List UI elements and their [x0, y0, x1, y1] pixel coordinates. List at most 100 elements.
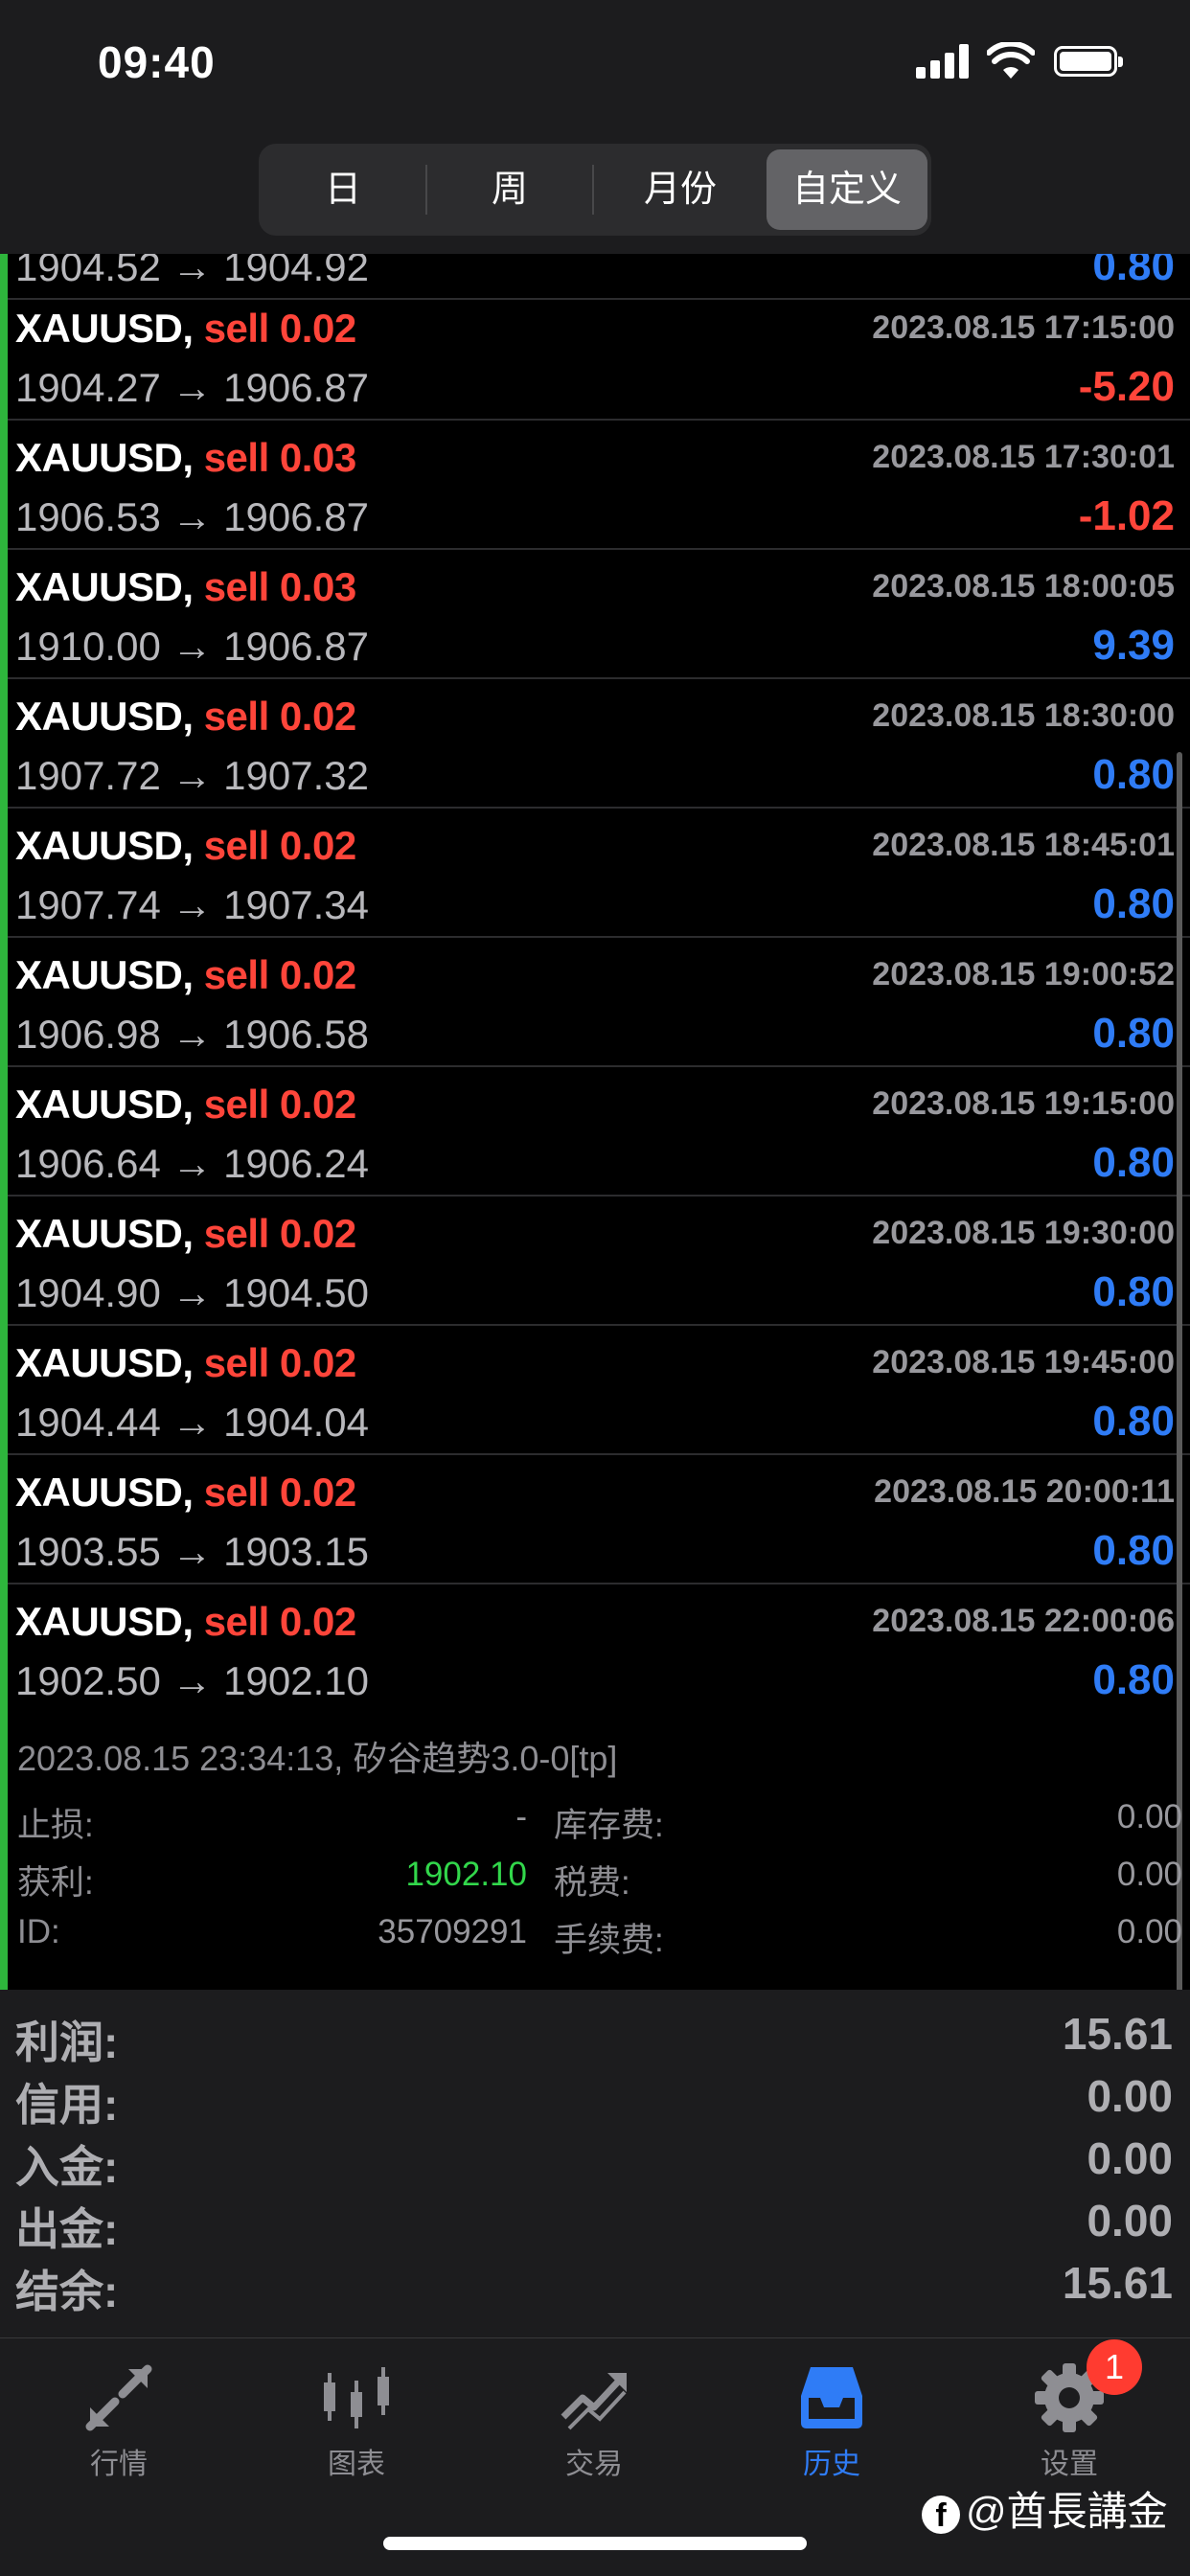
summary-balance: 结余: 15.61: [0, 2251, 1190, 2316]
trade-symbol: XAUUSD,: [15, 564, 194, 609]
tax-label: 税费:: [554, 1864, 630, 1902]
tab-label: 交易: [565, 2449, 623, 2480]
summary-label: 结余:: [15, 2267, 119, 2316]
trade-direction: sell 0.03: [203, 564, 356, 609]
trade-time: 2023.08.15 19:15:00: [872, 1085, 1175, 1122]
summary-value: 0.00: [1087, 2133, 1173, 2183]
tab-label: 行情: [90, 2449, 148, 2480]
trade-prices: 1907.72 → 1907.32: [15, 753, 369, 798]
summary-credit: 信用: 0.00: [0, 2064, 1190, 2130]
tab-quotes[interactable]: 行情: [23, 2348, 215, 2480]
trade-prices: 1906.53 → 1906.87: [15, 494, 369, 539]
summary-label: 信用:: [15, 2080, 119, 2130]
table-row[interactable]: XAUUSD, sell 0.02 2023.08.15 18:30:00 19…: [8, 680, 1190, 809]
trade-direction: sell 0.02: [203, 1599, 356, 1644]
summary-value: 0.00: [1087, 2196, 1173, 2245]
trade-profit: 9.39: [1092, 622, 1175, 669]
trade-prices: 1906.64 → 1906.24: [15, 1141, 369, 1186]
history-icon: [801, 2367, 862, 2428]
trade-direction: sell 0.02: [203, 1470, 356, 1515]
tab-label: 历史: [803, 2449, 860, 2480]
table-row[interactable]: XAUUSD, sell 0.02 2023.08.15 22:00:06 19…: [8, 1585, 1190, 1714]
trade-direction: sell 0.02: [203, 1082, 356, 1127]
tab-week[interactable]: 周: [429, 149, 590, 230]
trade-profit: 0.80: [1092, 1398, 1175, 1445]
trade-direction: sell 0.02: [203, 1211, 356, 1256]
trade-direction: sell 0.02: [203, 823, 356, 868]
period-segmented-control: 日 周 月份 自定义: [259, 144, 931, 236]
trade-prices: 1907.74 → 1907.34: [15, 882, 369, 927]
stop-loss-value: -: [515, 1798, 527, 1835]
table-row[interactable]: XAUUSD, sell 0.02 2023.08.15 17:15:00 19…: [8, 292, 1190, 421]
table-row[interactable]: XAUUSD, sell 0.03 2023.08.15 17:30:01 19…: [8, 422, 1190, 550]
swap-value: 0.00: [1116, 1798, 1182, 1835]
trade-profit: 0.80: [1092, 254, 1175, 289]
trade-profit: 0.80: [1092, 751, 1175, 798]
swap-label: 库存费:: [554, 1807, 664, 1844]
take-profit-label: 获利:: [17, 1864, 94, 1902]
trade-prices: 1910.00 → 1906.87: [15, 624, 369, 669]
trade-symbol: XAUUSD,: [15, 1599, 194, 1644]
trade-profit: 0.80: [1092, 880, 1175, 927]
tab-label: 图表: [328, 2449, 385, 2480]
trade-time: 2023.08.15 17:15:00: [872, 309, 1175, 346]
commission-label: 手续费:: [554, 1922, 664, 1959]
trade-symbol: XAUUSD,: [15, 952, 194, 997]
tab-label: 设置: [1041, 2449, 1098, 2480]
tab-month[interactable]: 月份: [600, 149, 761, 230]
trade-symbol: XAUUSD,: [15, 823, 194, 868]
trade-profit: 0.80: [1092, 1268, 1175, 1315]
trade-direction: sell 0.02: [203, 952, 356, 997]
trade-time: 2023.08.15 19:45:00: [872, 1344, 1175, 1380]
table-row[interactable]: XAUUSD, sell 0.02 2023.08.15 20:00:11 19…: [8, 1456, 1190, 1584]
trade-symbol: XAUUSD,: [15, 1340, 194, 1385]
chart-icon: [324, 2367, 389, 2428]
status-time: 09:40: [98, 37, 216, 87]
table-row[interactable]: XAUUSD, sell 0.02 2023.08.15 19:30:00 19…: [8, 1197, 1190, 1326]
trade-time: 2023.08.15 22:00:06: [872, 1603, 1175, 1639]
stop-loss-label: 止损:: [17, 1807, 94, 1844]
summary-label: 入金:: [15, 2142, 119, 2192]
trade-prices: 1904.27 → 1906.87: [15, 365, 369, 410]
home-indicator[interactable]: [383, 2537, 807, 2550]
tab-charts[interactable]: 图表: [261, 2348, 452, 2480]
cellular-signal-icon: [916, 44, 970, 79]
trade-symbol: XAUUSD,: [15, 1211, 194, 1256]
trade-symbol: XAUUSD,: [15, 435, 194, 480]
summary-value: 15.61: [1062, 2258, 1173, 2308]
summary-profit: 利润: 15.61: [0, 2002, 1190, 2067]
trade-prices: 1904.52 → 1904.92: [15, 254, 369, 289]
watermark-text: @酋長講金: [966, 2489, 1168, 2534]
trade-direction: sell 0.03: [203, 435, 356, 480]
trade-profit: 0.80: [1092, 1527, 1175, 1574]
summary-deposit: 入金: 0.00: [0, 2127, 1190, 2192]
status-bar: 09:40: [0, 0, 1190, 134]
trade-time: 2023.08.15 18:45:01: [872, 827, 1175, 863]
trade-profit: 0.80: [1092, 1139, 1175, 1186]
history-header: 日 周 月份 自定义: [0, 134, 1190, 254]
trade-profit: -1.02: [1078, 492, 1175, 539]
quotes-icon: [85, 2364, 152, 2431]
tab-history[interactable]: 历史: [736, 2348, 927, 2480]
table-row[interactable]: XAUUSD, sell 0.02 2023.08.15 18:45:01 19…: [8, 809, 1190, 938]
table-row[interactable]: XAUUSD, sell 0.02 2023.08.15 19:15:00 19…: [8, 1068, 1190, 1197]
table-row[interactable]: XAUUSD, sell 0.03 2023.08.15 18:00:05 19…: [8, 551, 1190, 679]
watermark: f @酋長講金: [922, 2479, 1168, 2538]
tab-trade[interactable]: 交易: [498, 2348, 690, 2480]
tab-custom[interactable]: 自定义: [767, 149, 927, 230]
trade-symbol: XAUUSD,: [15, 694, 194, 739]
id-value: 35709291: [378, 1913, 527, 1950]
trade-time: 2023.08.15 18:30:00: [872, 697, 1175, 734]
tab-day[interactable]: 日: [263, 149, 423, 230]
tax-value: 0.00: [1116, 1856, 1182, 1893]
trade-prices: 1904.44 → 1904.04: [15, 1400, 369, 1445]
trade-direction: sell 0.02: [203, 306, 356, 351]
table-row[interactable]: XAUUSD, sell 0.02 2023.08.15 19:00:52 19…: [8, 939, 1190, 1067]
detail-title: 2023.08.15 23:34:13, 矽谷趋势3.0-0[tp]: [17, 1739, 618, 1778]
trade-prices: 1903.55 → 1903.15: [15, 1529, 369, 1574]
trade-symbol: XAUUSD,: [15, 1470, 194, 1515]
table-row[interactable]: XAUUSD, sell 0.02 2023.08.15 19:45:00 19…: [8, 1327, 1190, 1455]
position-indicator-strip: [0, 254, 8, 1990]
summary-withdrawal: 出金: 0.00: [0, 2189, 1190, 2254]
take-profit-value: 1902.10: [405, 1856, 527, 1893]
